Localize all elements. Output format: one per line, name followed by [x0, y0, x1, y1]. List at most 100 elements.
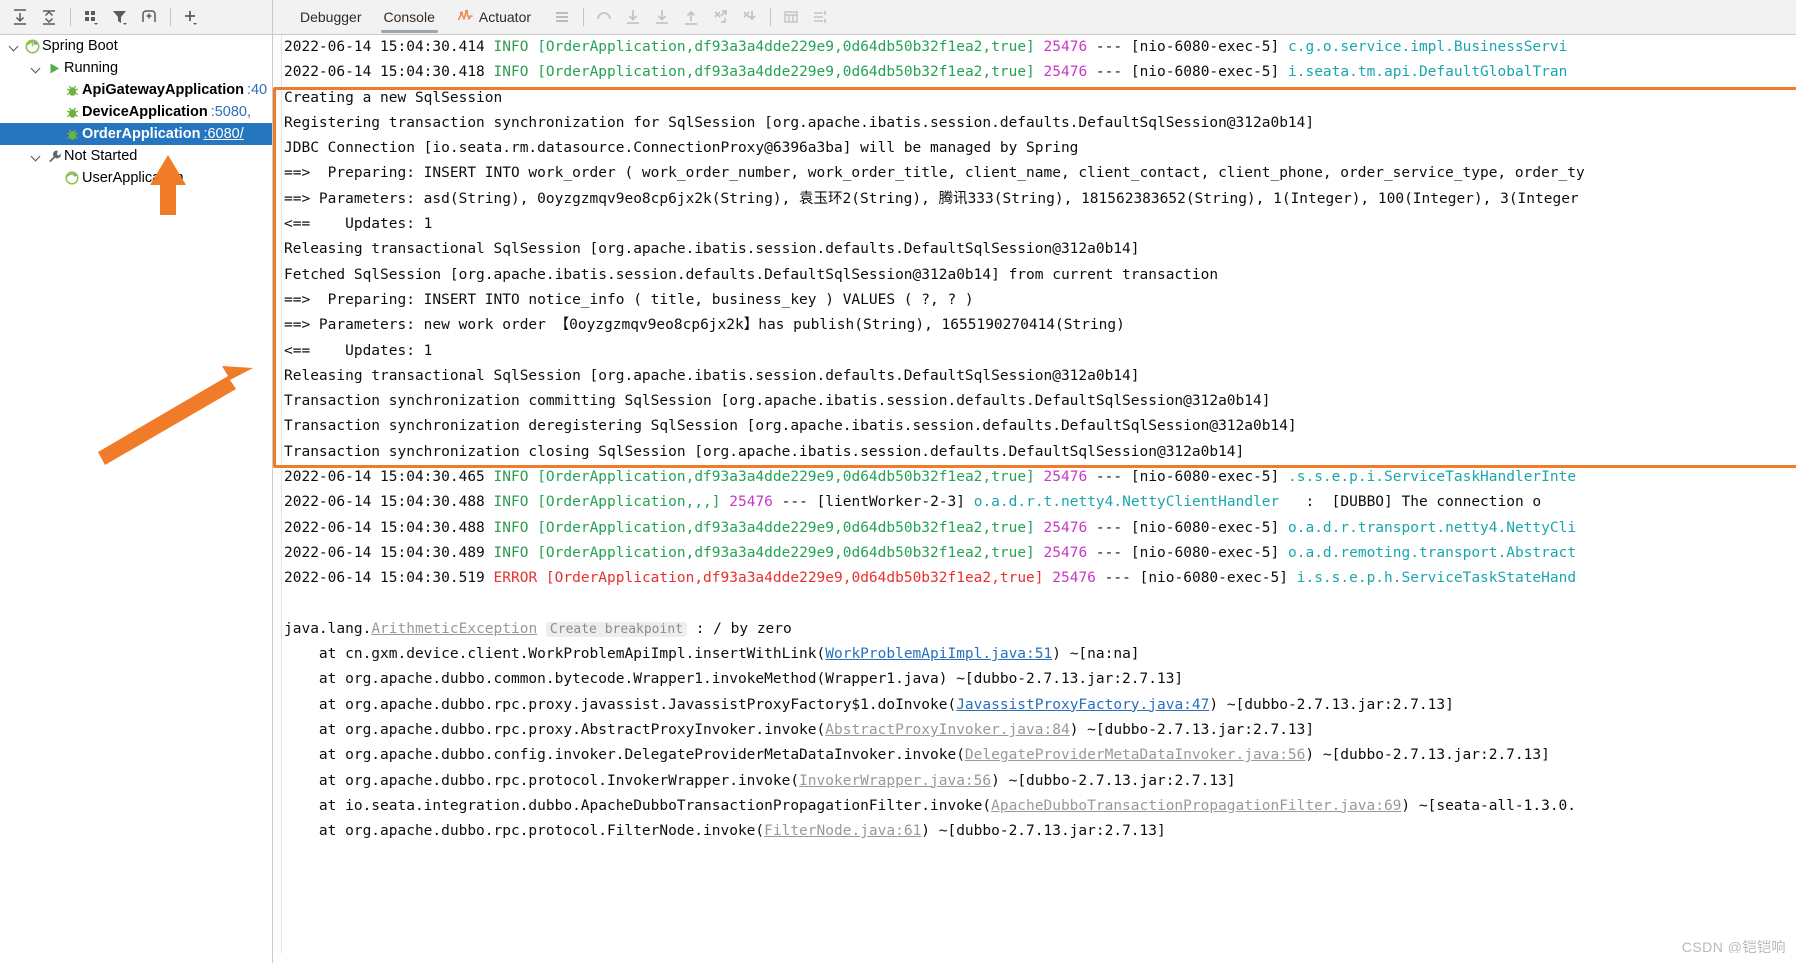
log-level: INFO: [493, 64, 529, 81]
log-logger: c.g.o.service.impl.BusinessServi: [1288, 39, 1568, 55]
console-log-line: 2022-06-14 15:04:30.414 INFO [OrderAppli…: [282, 35, 1796, 60]
filter-icon[interactable]: [106, 4, 134, 30]
log-thread: [nio-6080-exec-5]: [1130, 544, 1280, 561]
tree-node-running[interactable]: Running: [0, 57, 272, 79]
stack-source-link[interactable]: WorkProblemApiImpl.java:51: [825, 646, 1052, 662]
stack-source-link[interactable]: InvokerWrapper.java:56: [799, 773, 991, 789]
log-logger: o.a.d.r.transport.netty4.NettyCli: [1288, 519, 1577, 536]
log-dash: ---: [1095, 64, 1123, 81]
add-icon[interactable]: [177, 4, 205, 30]
stack-frame-text: at org.apache.dubbo.rpc.protocol.FilterN…: [284, 823, 765, 840]
tree-node-not-started[interactable]: Not Started: [0, 145, 272, 167]
log-thread: [lientWorker-2-3]: [816, 494, 965, 511]
console-plain-line: Registering transaction synchronization …: [282, 111, 1796, 136]
console-plain-line: Transaction synchronization committing S…: [282, 389, 1796, 414]
tab-actuator[interactable]: Actuator: [446, 2, 542, 33]
tree-node-device[interactable]: DeviceApplication :5080,: [0, 101, 272, 123]
chevron-down-icon-running[interactable]: [28, 64, 44, 73]
plain-text: Transaction synchronization deregisterin…: [284, 418, 1297, 435]
stack-frame-jar: ) ~[na:na]: [1052, 646, 1140, 663]
tab-console[interactable]: Console: [373, 2, 446, 33]
step-over-icon[interactable]: [590, 4, 618, 30]
tree-port-apigateway[interactable]: :40: [247, 82, 267, 98]
tree-label-device: DeviceApplication: [82, 104, 208, 120]
log-message: : [DUBBO] The connection o: [1279, 494, 1542, 511]
chevron-down-icon-notstarted[interactable]: [28, 152, 44, 161]
stack-frame-text: at org.apache.dubbo.rpc.proxy.javassist.…: [284, 696, 957, 713]
settings-lines-icon[interactable]: [806, 4, 834, 30]
log-context: [OrderApplication,,,]: [537, 494, 721, 511]
tree-port-device[interactable]: :5080,: [211, 104, 251, 120]
services-tree[interactable]: Spring Boot Running ApiGatewayApplicatio…: [0, 35, 273, 963]
console-log-line: 2022-06-14 15:04:30.418 INFO [OrderAppli…: [282, 60, 1796, 85]
plain-text: Releasing transactional SqlSession [org.…: [284, 367, 1140, 384]
tree-label-running: Running: [64, 60, 119, 76]
log-dash: ---: [781, 494, 808, 511]
main-body: Spring Boot Running ApiGatewayApplicatio…: [0, 35, 1796, 963]
step-into-icon[interactable]: [619, 4, 647, 30]
stack-source-link[interactable]: ApacheDubboTransactionPropagationFilter.…: [991, 798, 1401, 814]
force-step-into-icon[interactable]: [648, 4, 676, 30]
console-plain-line: <== Updates: 1: [282, 339, 1796, 364]
log-pid: 25476: [1052, 570, 1096, 587]
create-breakpoint-hint[interactable]: Create breakpoint: [545, 621, 687, 637]
debug-bug-icon-order: [62, 127, 82, 142]
tree-port-order[interactable]: :6080/: [203, 126, 243, 142]
run-to-cursor-icon[interactable]: [735, 4, 763, 30]
exception-class-link[interactable]: ArithmeticException: [371, 621, 537, 637]
console-output-panel[interactable]: 2022-06-14 15:04:30.414 INFO [OrderAppli…: [273, 35, 1796, 963]
step-out-icon[interactable]: [677, 4, 705, 30]
log-dash: ---: [1104, 570, 1131, 587]
log-timestamp: 2022-06-14 15:04:30.418: [284, 64, 485, 81]
stack-source-link[interactable]: DelegateProviderMetaDataInvoker.java:56: [965, 747, 1305, 763]
log-dash: ---: [1095, 39, 1123, 55]
add-frame-icon[interactable]: [135, 4, 163, 30]
tree-label-not-started: Not Started: [64, 148, 138, 164]
debug-toolbar: Debugger Console Actuator: [273, 0, 1796, 34]
stack-source-link[interactable]: JavassistProxyFactory.java:47: [956, 697, 1209, 713]
console-stacktrace-line: at org.apache.dubbo.rpc.proxy.AbstractPr…: [282, 718, 1796, 743]
menu-lines-icon[interactable]: [548, 4, 576, 30]
console-plain-line: ==> Parameters: asd(String), 0oyzgzmqv9e…: [282, 187, 1796, 212]
console-text[interactable]: 2022-06-14 15:04:30.414 INFO [OrderAppli…: [282, 35, 1796, 963]
log-pid: 25476: [1043, 469, 1088, 486]
tree-node-order[interactable]: OrderApplication :6080/: [0, 123, 272, 145]
console-log-line: 2022-06-14 15:04:30.465 INFO [OrderAppli…: [282, 465, 1796, 490]
tree-node-apigateway[interactable]: ApiGatewayApplication :40: [0, 79, 272, 101]
log-level: ERROR: [493, 570, 538, 587]
log-context: [OrderApplication,df93a3a4dde229e9,0d64d…: [537, 39, 1035, 55]
log-context: [OrderApplication,df93a3a4dde229e9,0d64d…: [537, 544, 1035, 561]
plain-text: ==> Preparing: INSERT INTO notice_info (…: [284, 291, 974, 308]
collapse-all-icon[interactable]: [35, 4, 63, 30]
log-dash: ---: [1095, 519, 1123, 536]
stack-source-link[interactable]: AbstractProxyInvoker.java:84: [825, 722, 1069, 738]
stack-frame-jar: ) ~[dubbo-2.7.13.jar:2.7.13]: [1069, 722, 1315, 739]
log-dash: ---: [1095, 544, 1123, 561]
log-level: INFO: [493, 519, 529, 536]
horizontal-scrollbar[interactable]: [273, 953, 1796, 963]
console-plain-line: <== Updates: 1: [282, 212, 1796, 237]
group-by-icon[interactable]: [77, 4, 105, 30]
plain-text: ==> Parameters: asd(String), 0oyzgzmqv9e…: [284, 190, 1579, 207]
stack-frame-text: at io.seata.integration.dubbo.ApacheDubb…: [284, 797, 992, 814]
tree-node-user[interactable]: UserApplication: [0, 167, 272, 189]
console-log-line: 2022-06-14 15:04:30.488 INFO [OrderAppli…: [282, 490, 1796, 515]
console-stacktrace-line: at cn.gxm.device.client.WorkProblemApiIm…: [282, 642, 1796, 667]
scroll-to-top-icon[interactable]: [6, 4, 34, 30]
console-log-line: 2022-06-14 15:04:30.519 ERROR [OrderAppl…: [282, 566, 1796, 591]
log-timestamp: 2022-06-14 15:04:30.465: [284, 469, 485, 486]
drop-frame-icon[interactable]: [706, 4, 734, 30]
console-plain-line: Releasing transactional SqlSession [org.…: [282, 237, 1796, 262]
log-thread: [nio-6080-exec-5]: [1130, 64, 1280, 81]
console-gutter: [273, 35, 282, 963]
tree-node-spring-boot[interactable]: Spring Boot: [0, 35, 272, 57]
debug-bug-icon-device: [62, 105, 82, 120]
chevron-down-icon[interactable]: [6, 42, 22, 51]
stack-source-link[interactable]: FilterNode.java:61: [764, 823, 921, 839]
log-context: [OrderApplication,df93a3a4dde229e9,0d64d…: [537, 469, 1035, 486]
tab-debugger[interactable]: Debugger: [289, 2, 373, 33]
evaluate-table-icon[interactable]: [777, 4, 805, 30]
plain-text: <== Updates: 1: [284, 342, 433, 359]
tab-actuator-label: Actuator: [478, 8, 532, 25]
